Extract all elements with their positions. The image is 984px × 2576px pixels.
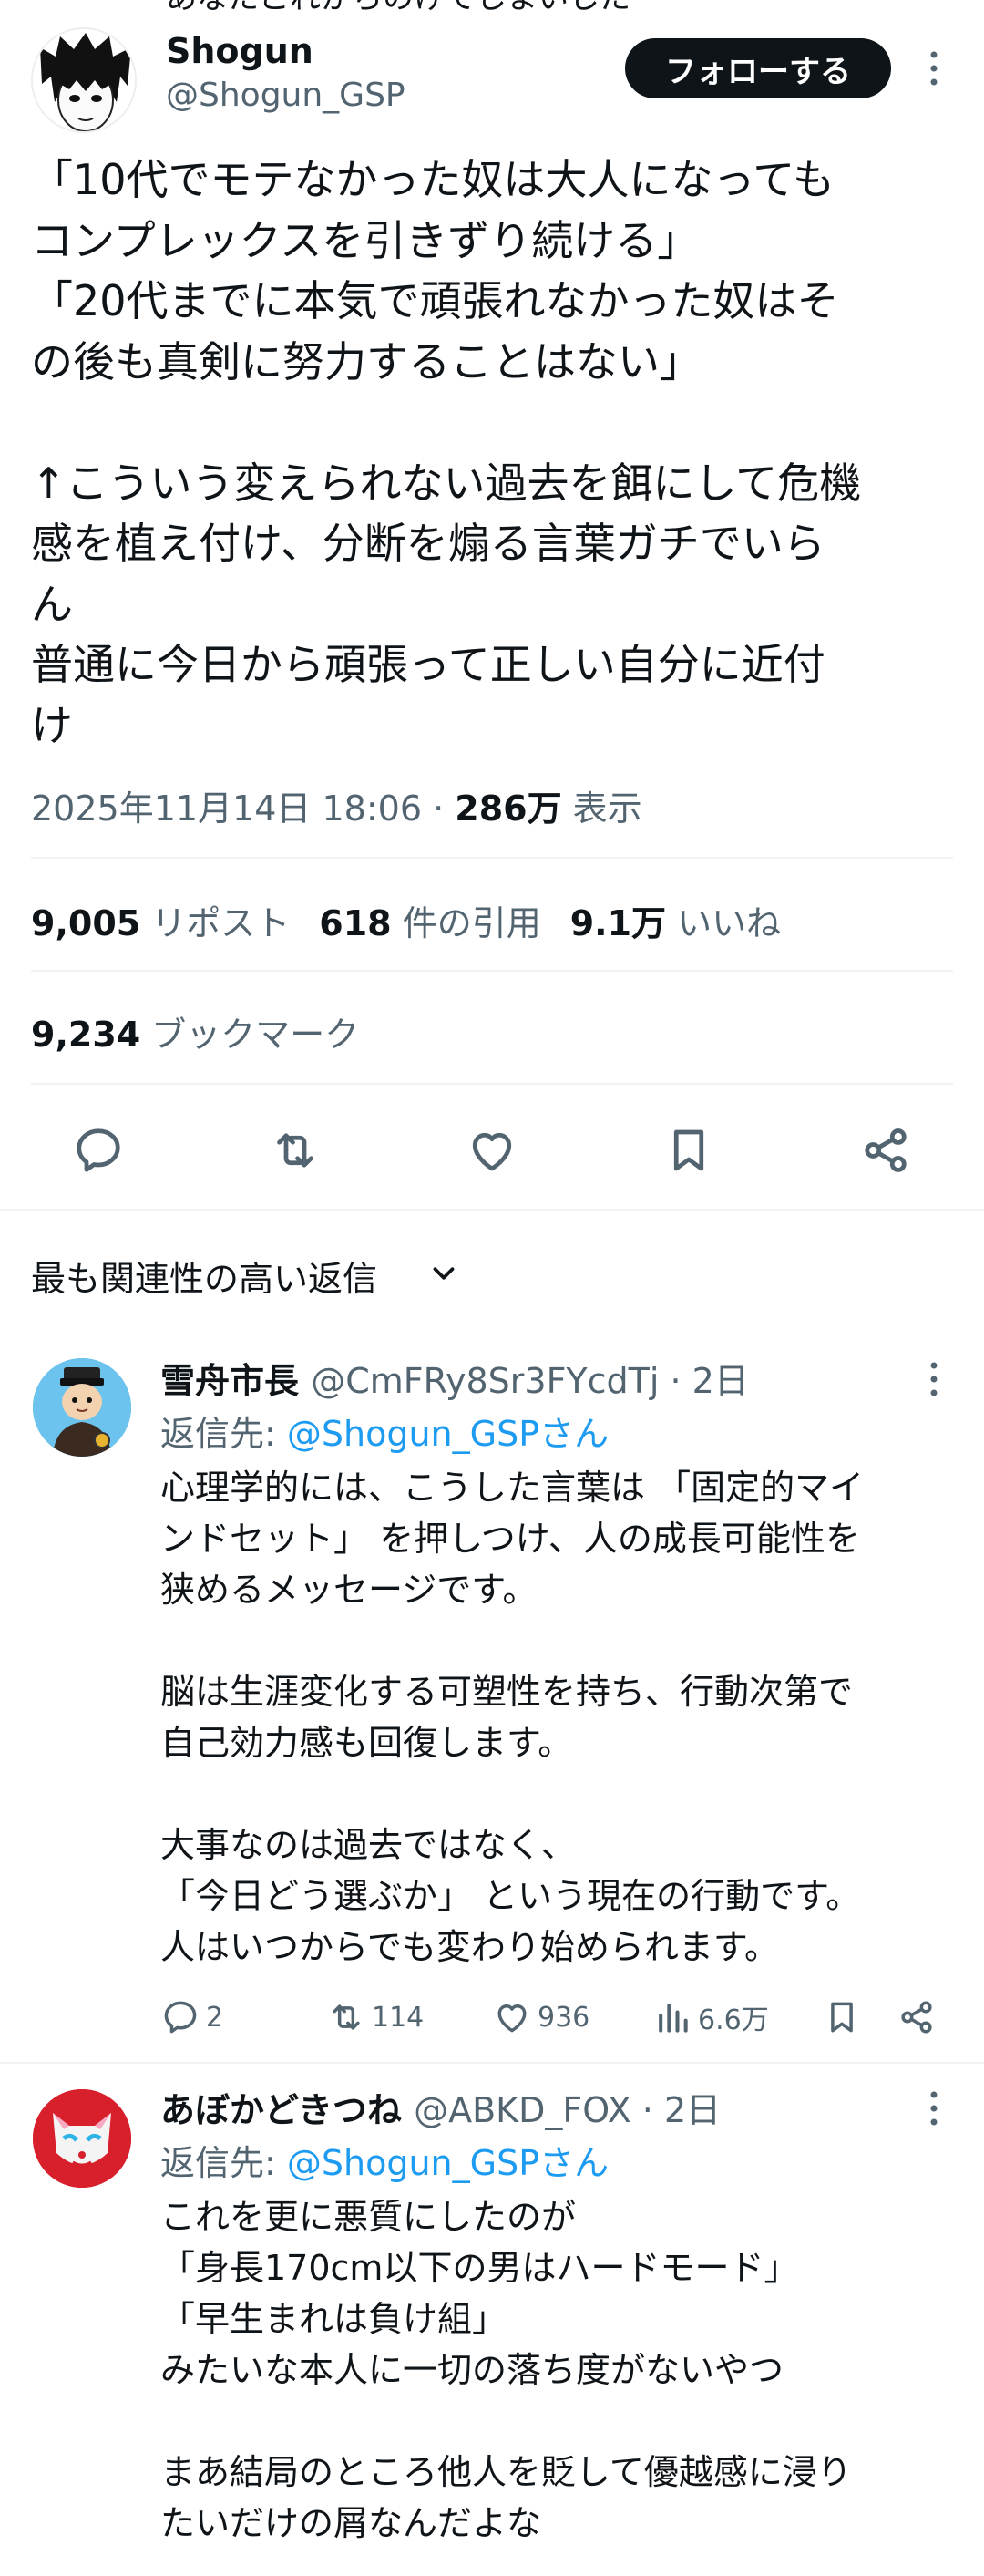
divider [31, 970, 953, 972]
tweet-timestamp[interactable]: 2025年11月14日 18:06 [31, 788, 422, 829]
reply-count: 2 [206, 2001, 224, 2034]
heart-icon [472, 1132, 512, 1171]
share-icon [865, 1128, 907, 1172]
reply-text: 心理学的には、こうした言葉は 「固定的マイ ンドセット」 を押しつけ、人の成長可… [160, 1468, 865, 1967]
meta-separator: · [422, 788, 456, 829]
cut-off-text: あなたこれからのけてしまいした [166, 0, 630, 17]
bookmarks-count: 9,234 [31, 1015, 141, 1055]
reply-reply-button[interactable]: 2 [160, 1993, 223, 2042]
bookmark-icon [673, 1129, 704, 1171]
views-label: 表示 [561, 788, 642, 829]
retweet-icon [277, 1133, 313, 1168]
fox-mask-avatar-icon [33, 2089, 131, 2188]
reply-icon [164, 2001, 197, 2034]
reply-button[interactable] [71, 1123, 126, 1178]
divider [0, 1209, 984, 1211]
bookmarks-stat[interactable]: 9,234 ブックマーク [31, 1006, 359, 1056]
reposts-stat[interactable]: 9,005 リポスト [31, 903, 290, 943]
reply-views-button[interactable]: 6.6万 [652, 1993, 769, 2042]
author-handle[interactable]: @Shogun_GSP [166, 77, 405, 114]
reposts-label: リポスト [140, 903, 291, 943]
share-button[interactable] [858, 1123, 913, 1178]
like-count: 936 [538, 2001, 590, 2034]
reply-to-line: 返信先: @Shogun_GSPさん [160, 1406, 609, 1456]
reply-more-icon[interactable] [920, 2086, 948, 2131]
reply-like-button[interactable]: 936 [492, 1993, 589, 2042]
reply-author-display-name[interactable]: あぼかどきつね [160, 2090, 402, 2130]
reply-text: これを更に悪質にしたのが 「身長170cm以下の男はハードモード」 「早生まれは… [160, 2197, 852, 2543]
reply-more-icon[interactable] [920, 1356, 948, 1402]
author-name[interactable]: Shogun [166, 31, 313, 71]
likes-count: 9.1万 [569, 903, 667, 943]
reply-to-line: 返信先: @Shogun_GSPさん [160, 2135, 609, 2185]
reply-sort-label[interactable]: 最も関連性の高い返信 [31, 1251, 377, 1301]
reply-share-button[interactable] [897, 1993, 942, 2042]
likes-stat[interactable]: 9.1万 いいね [570, 903, 781, 943]
reply-to-mention[interactable]: @Shogun_GSPさん [287, 1414, 609, 1454]
reply-author-handle[interactable]: @CmFRy8Sr3FYcdTj · 2日 [311, 1361, 749, 1401]
reply-author-name[interactable]: 雪舟市長 @CmFRy8Sr3FYcdTj · 2日 [160, 1353, 749, 1403]
likes-label: いいね [666, 903, 782, 943]
author-avatar[interactable] [31, 27, 137, 133]
reply-author-handle[interactable]: @ABKD_FOX · 2日 [414, 2090, 721, 2130]
character-avatar-icon [33, 1358, 131, 1457]
retweet-button[interactable] [268, 1123, 323, 1178]
bookmark-icon [831, 2002, 853, 2033]
reposts-count: 9,005 [31, 903, 141, 943]
divider [31, 1083, 953, 1085]
share-icon [901, 2001, 932, 2034]
retweet-icon [333, 2004, 360, 2030]
reply-author-display-name[interactable]: 雪舟市長 [160, 1361, 299, 1401]
repost-count: 114 [372, 2001, 425, 2034]
engagement-stats: 9,005 リポスト 618 件の引用 9.1万 いいね [31, 895, 781, 945]
reply-to-mention[interactable]: @Shogun_GSPさん [287, 2143, 609, 2183]
like-button[interactable] [465, 1123, 519, 1178]
view-count: 6.6万 [698, 2004, 769, 2036]
quotes-count: 618 [319, 903, 392, 943]
tweet-text: 「10代でモテなかった奴は大人になっても コンプレックスを引きずり続ける」 「2… [31, 155, 862, 750]
divider [0, 2062, 984, 2064]
reply-icon [77, 1128, 120, 1172]
chevron-down-icon[interactable] [426, 1256, 461, 1291]
quotes-label: 件の引用 [391, 903, 541, 943]
bookmark-button[interactable] [661, 1123, 716, 1178]
reply-to-prefix: 返信先: [160, 2143, 287, 2183]
views-icon [659, 2004, 688, 2033]
reply-to-prefix: 返信先: [160, 1414, 287, 1454]
follow-button[interactable]: フォローする [625, 38, 891, 98]
reply-bookmark-button[interactable] [822, 1993, 867, 2042]
reply-avatar[interactable] [33, 2089, 131, 2188]
heart-icon [497, 2004, 527, 2033]
reply-retweet-button[interactable]: 114 [326, 1993, 424, 2042]
reply-author-name[interactable]: あぼかどきつね @ABKD_FOX · 2日 [160, 2082, 721, 2132]
quotes-stat[interactable]: 618 件の引用 [319, 903, 540, 943]
bookmarks-label: ブックマーク [140, 1015, 360, 1055]
divider [31, 857, 953, 859]
reply-avatar[interactable] [33, 1358, 131, 1457]
more-options-icon[interactable] [920, 46, 948, 91]
views-count: 286万 [455, 788, 562, 829]
manga-face-avatar-icon [33, 29, 135, 131]
tweet-meta: 2025年11月14日 18:06 · 286万 表示 [31, 780, 642, 830]
